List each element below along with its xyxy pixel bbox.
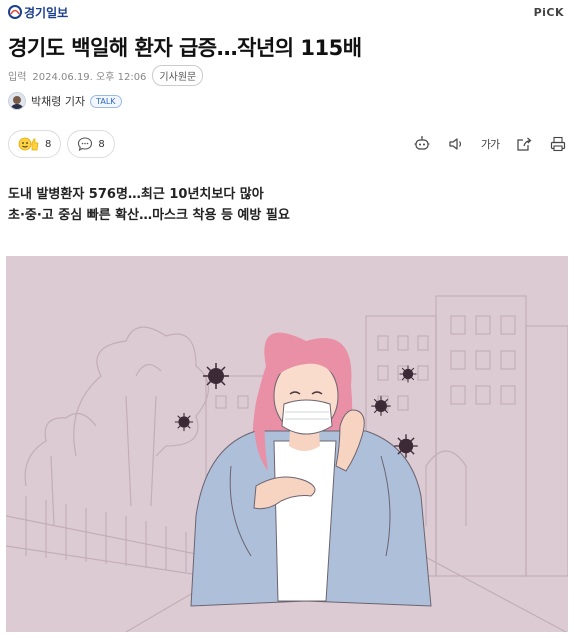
print-icon bbox=[550, 136, 566, 152]
article-subtitle: 도내 발병환자 576명…최근 10년치보다 많아 초·중·고 중심 빠른 확산… bbox=[8, 184, 290, 226]
reaction-emoji-icon bbox=[18, 137, 39, 151]
article-title: 경기도 백일해 환자 급증…작년의 115배 bbox=[8, 36, 362, 60]
comment-button[interactable]: 8 bbox=[67, 130, 115, 158]
like-count: 8 bbox=[45, 138, 52, 150]
press-logo[interactable]: 경기일보 bbox=[8, 4, 68, 21]
share-button[interactable] bbox=[514, 134, 534, 154]
input-datetime: 2024.06.19. 오후 12:06 bbox=[32, 72, 147, 83]
robot-summary-icon bbox=[414, 136, 430, 150]
subtitle-line-1: 도내 발병환자 576명…최근 10년치보다 많아 bbox=[8, 187, 264, 202]
talk-badge[interactable]: TALK bbox=[90, 94, 122, 108]
article-toolbar: 가가 bbox=[412, 134, 568, 154]
print-button[interactable] bbox=[548, 134, 568, 154]
press-logo-text: 경기일보 bbox=[24, 5, 69, 20]
author-row: 박채령 기자 TALK bbox=[8, 92, 122, 110]
subtitle-line-2: 초·중·고 중심 빠른 확산…마스크 착용 등 예방 필요 bbox=[8, 208, 290, 223]
comment-count: 8 bbox=[98, 138, 105, 150]
press-logo-icon bbox=[8, 5, 22, 19]
author-avatar[interactable] bbox=[8, 92, 26, 110]
font-size-icon: 가가 bbox=[480, 138, 500, 151]
speaker-icon bbox=[449, 138, 462, 150]
reactions-bar: 8 8 bbox=[8, 130, 115, 158]
author-name[interactable]: 박채령 기자 bbox=[31, 93, 85, 109]
article-illustration[interactable] bbox=[6, 256, 568, 632]
like-button[interactable]: 8 bbox=[8, 130, 62, 158]
top-bar: 경기일보 PiCK bbox=[0, 0, 574, 24]
font-size-button[interactable]: 가가 bbox=[480, 134, 500, 154]
summary-button[interactable] bbox=[412, 134, 432, 154]
coughing-woman-illustration bbox=[6, 295, 568, 632]
coughing-woman bbox=[190, 332, 432, 607]
share-icon bbox=[517, 137, 532, 151]
pick-label[interactable]: PiCK bbox=[534, 6, 564, 19]
comment-icon bbox=[78, 137, 93, 152]
original-article-button[interactable]: 기사원문 bbox=[152, 65, 204, 86]
input-label: 입력 bbox=[8, 72, 27, 83]
tts-button[interactable] bbox=[446, 134, 466, 154]
article-meta: 입력 2024.06.19. 오후 12:06 기사원문 bbox=[8, 65, 204, 86]
